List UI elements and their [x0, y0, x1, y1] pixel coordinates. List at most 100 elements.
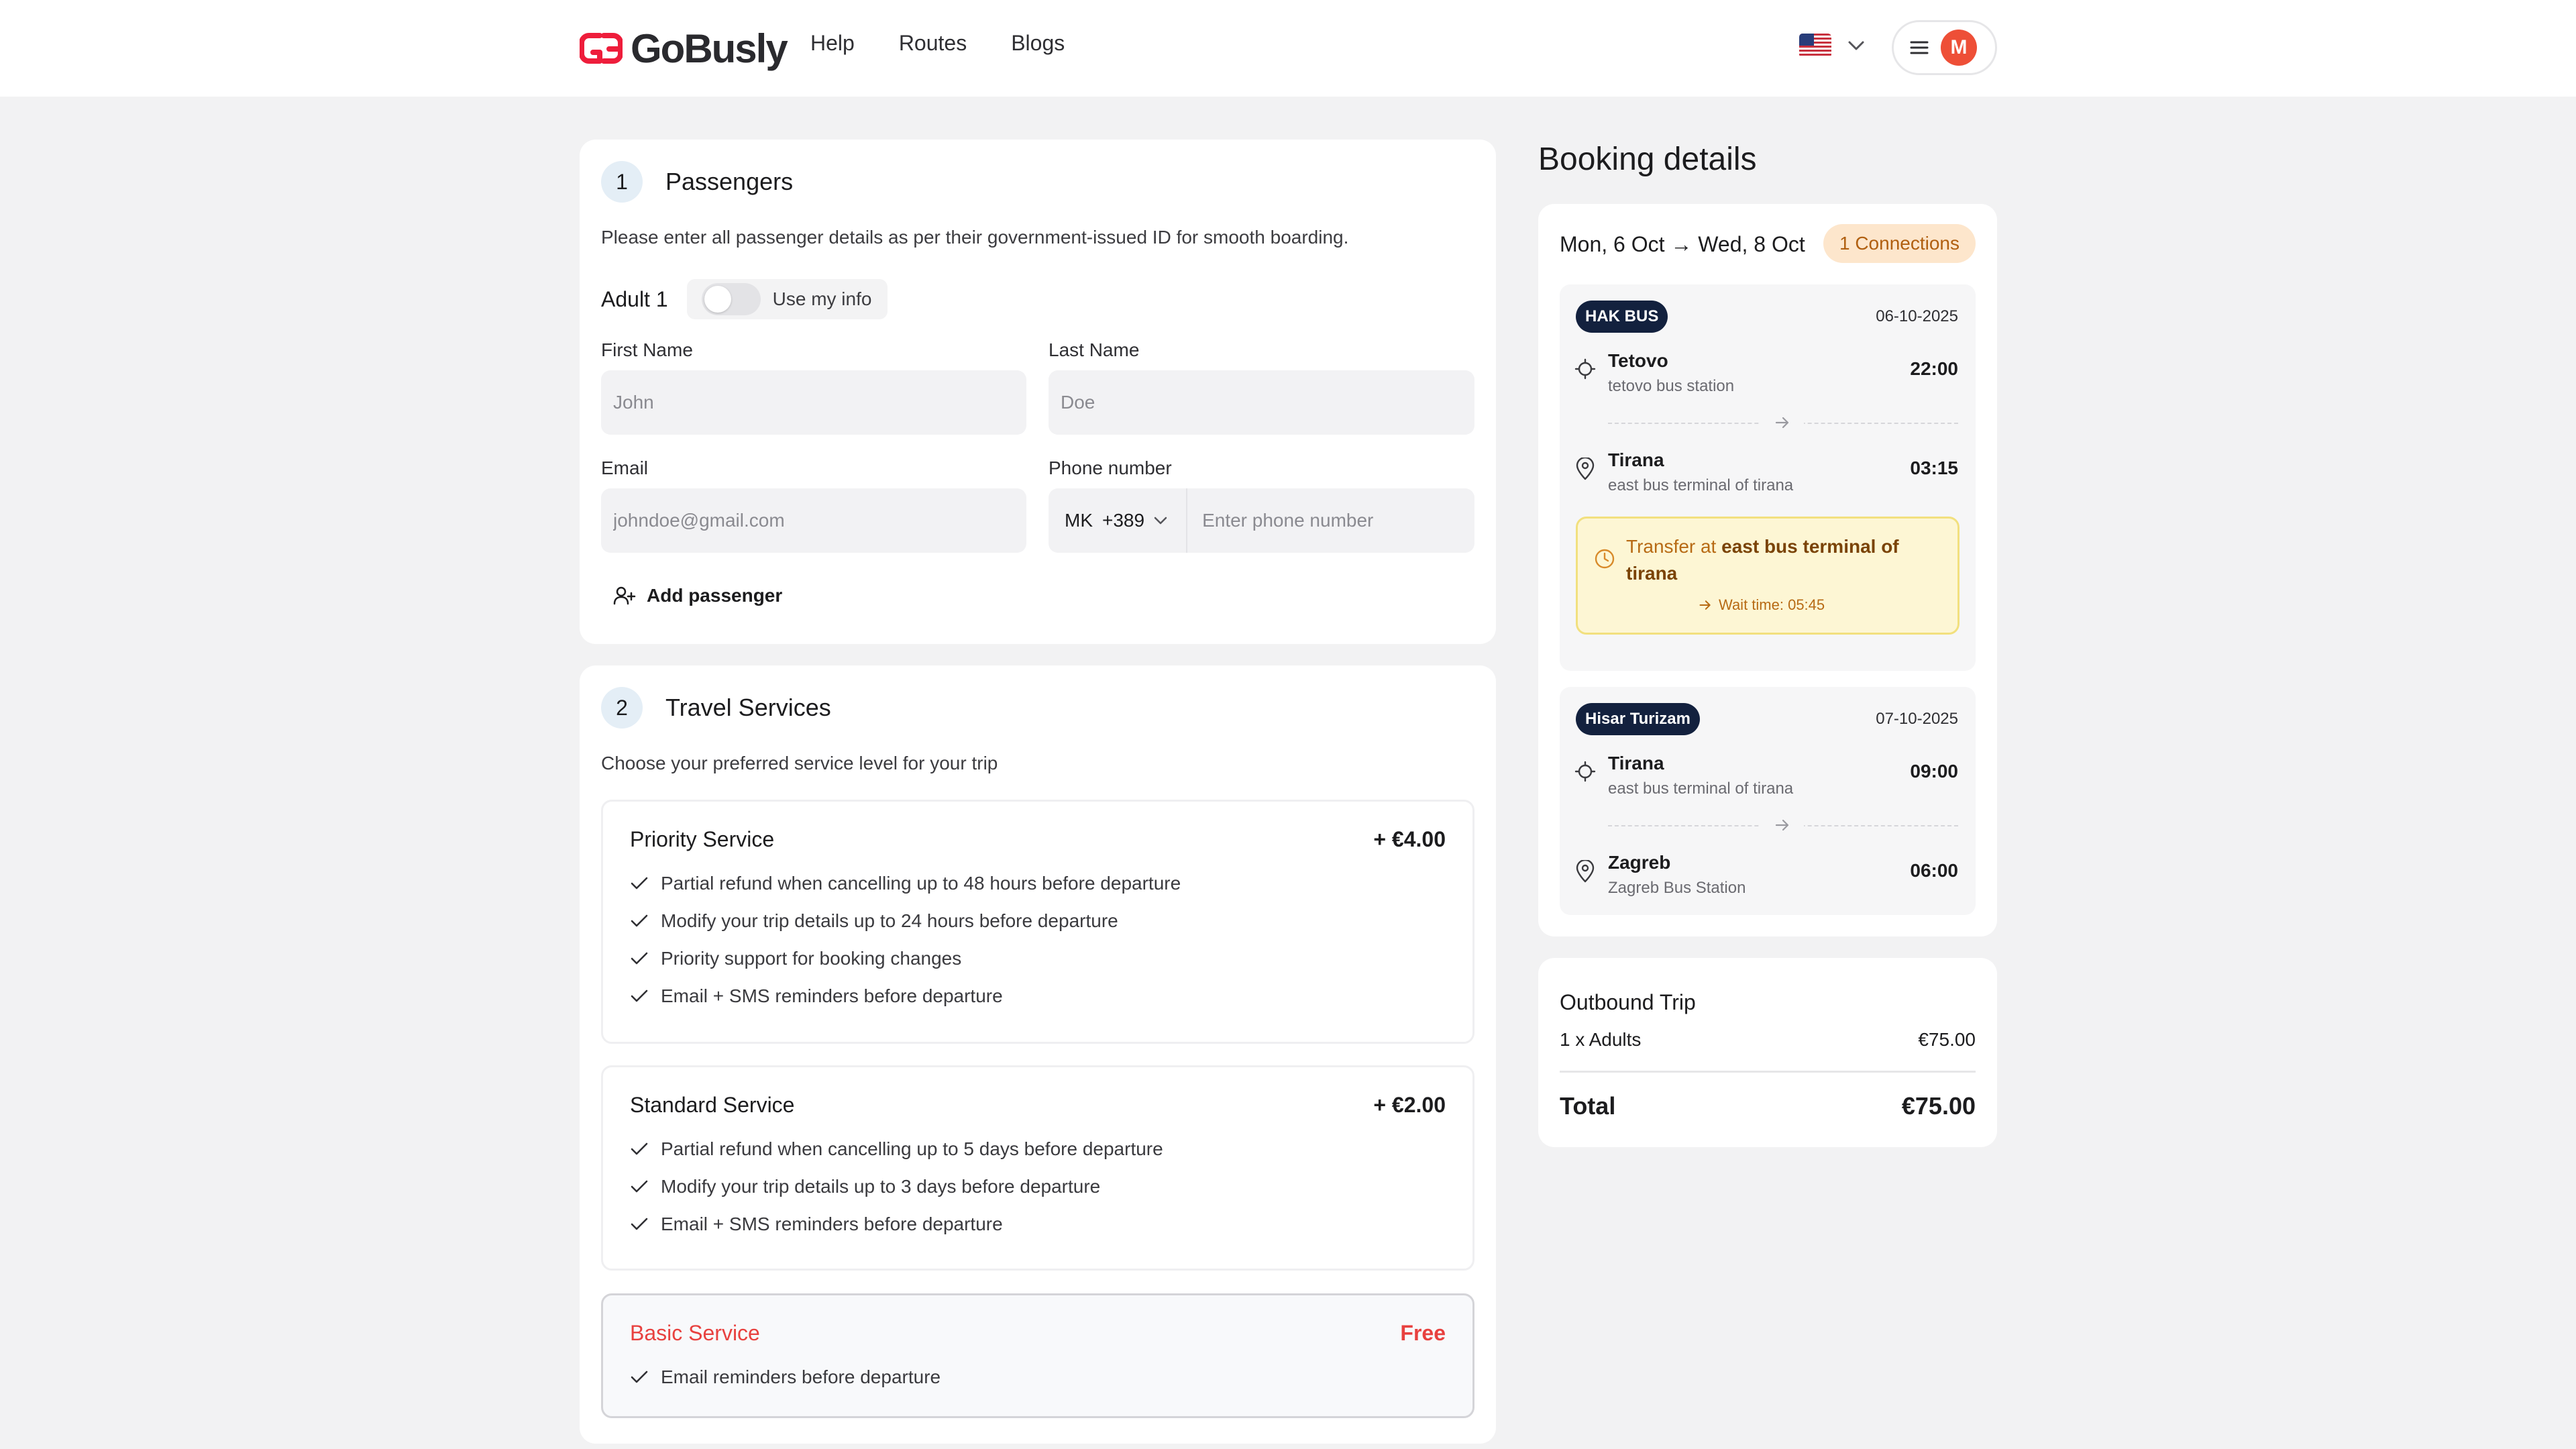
service-price: + €4.00: [1373, 827, 1446, 851]
nav-blogs[interactable]: Blogs: [1011, 31, 1065, 56]
check-icon: [631, 1142, 648, 1155]
services-description: Choose your preferred service level for …: [601, 753, 998, 773]
top-header: GoBusly Help Routes Blogs M: [0, 0, 2576, 97]
service-feature: Email + SMS reminders before departure: [630, 985, 1003, 1007]
service-feature: Email + SMS reminders before departure: [630, 1214, 1003, 1235]
section-title: Travel Services: [665, 694, 831, 721]
arrival-city: Zagreb: [1608, 852, 1671, 873]
gobusly-logo-icon: [580, 33, 623, 64]
leg-date: 07-10-2025: [1876, 710, 1958, 728]
email-input[interactable]: [612, 509, 1026, 532]
country-code-selector[interactable]: MK +389: [1065, 488, 1188, 553]
nav-routes[interactable]: Routes: [899, 31, 967, 56]
service-option-standard[interactable]: Standard Service + €2.00 Partial refund …: [601, 1065, 1474, 1271]
adult-label: Adult 1: [601, 286, 668, 311]
trip-leg: HAK BUS 06-10-2025 Tetovo tetovo bus sta…: [1560, 284, 1976, 671]
service-option-basic[interactable]: Basic Service Free Email reminders befor…: [601, 1293, 1474, 1418]
arrow-right-icon: [1761, 817, 1804, 833]
service-name: Basic Service: [630, 1321, 760, 1345]
feature-text: Modify your trip details up to 24 hours …: [661, 910, 1118, 931]
service-feature: Modify your trip details up to 3 days be…: [630, 1176, 1100, 1197]
service-feature: Priority support for booking changes: [630, 948, 961, 969]
arrival-time: 06:00: [1910, 860, 1958, 881]
check-icon: [631, 952, 648, 965]
price-summary-card: Outbound Trip 1 x Adults €75.00 Total €7…: [1538, 958, 1997, 1147]
add-passenger-button[interactable]: Add passenger: [613, 585, 782, 606]
check-icon: [631, 1371, 648, 1383]
map-pin-icon: [1576, 458, 1595, 480]
check-icon: [631, 877, 648, 890]
total-value: €75.00: [1901, 1092, 1976, 1120]
feature-text: Email + SMS reminders before departure: [661, 1214, 1003, 1234]
email-label: Email: [601, 458, 649, 478]
step-number: 1: [601, 161, 643, 203]
first-name-field[interactable]: [601, 370, 1026, 435]
departure-station: east bus terminal of tirana: [1608, 780, 1794, 798]
service-option-priority[interactable]: Priority Service + €4.00 Partial refund …: [601, 800, 1474, 1044]
total-label: Total: [1560, 1092, 1616, 1120]
transfer-prefix: Transfer at: [1626, 536, 1722, 557]
service-feature: Partial refund when cancelling up to 48 …: [630, 873, 1181, 894]
travel-services-card: 2 Travel Services Choose your preferred …: [580, 665, 1496, 1444]
last-name-label: Last Name: [1049, 339, 1140, 360]
booking-details-title: Booking details: [1538, 142, 1757, 177]
passengers-description: Please enter all passenger details as pe…: [601, 227, 1349, 248]
use-my-info-toggle[interactable]: Use my info: [686, 279, 888, 319]
departure-time: 22:00: [1910, 358, 1958, 379]
arrival-station: east bus terminal of tirana: [1608, 476, 1794, 494]
brand-logo[interactable]: GoBusly: [580, 26, 788, 71]
email-field[interactable]: [601, 488, 1026, 553]
check-icon: [631, 1180, 648, 1193]
transfer-notice: Transfer at east bus terminal of tirana …: [1576, 517, 1960, 635]
feature-text: Email + SMS reminders before departure: [661, 985, 1003, 1006]
connections-badge: 1 Connections: [1823, 224, 1976, 263]
feature-text: Email reminders before departure: [661, 1366, 941, 1387]
last-name-field[interactable]: [1049, 370, 1474, 435]
departure-city: Tetovo: [1608, 350, 1668, 371]
booking-details-card: Mon, 6 Oct → Wed, 8 Oct 1 Connections HA…: [1538, 204, 1997, 936]
summary-title: Outbound Trip: [1560, 990, 1696, 1014]
arrival-time: 03:15: [1910, 458, 1958, 478]
first-name-label: First Name: [601, 339, 693, 360]
nav-help[interactable]: Help: [810, 31, 855, 56]
avatar: M: [1941, 30, 1977, 66]
service-feature: Partial refund when cancelling up to 5 d…: [630, 1138, 1163, 1160]
departure-station: tetovo bus station: [1608, 377, 1735, 395]
summary-line-value: €75.00: [1918, 1029, 1976, 1050]
arrival-city: Tirana: [1608, 449, 1664, 470]
leg-date: 06-10-2025: [1876, 307, 1958, 325]
summary-line-label: 1 x Adults: [1560, 1029, 1642, 1050]
arrival-station: Zagreb Bus Station: [1608, 879, 1746, 897]
departure-target-icon: [1574, 358, 1596, 380]
language-selector[interactable]: [1799, 34, 1865, 58]
phone-country: MK: [1065, 510, 1093, 531]
add-user-icon: [613, 586, 636, 605]
passengers-card: 1 Passengers Please enter all passenger …: [580, 140, 1496, 644]
arrow-right-icon: [1761, 415, 1804, 431]
service-feature: Modify your trip details up to 24 hours …: [630, 910, 1118, 932]
main-nav: Help Routes Blogs: [810, 31, 1065, 56]
add-passenger-label: Add passenger: [647, 585, 783, 606]
first-name-input[interactable]: [612, 391, 1026, 414]
passengers-header: 1 Passengers: [601, 161, 793, 203]
use-my-info-label: Use my info: [772, 288, 872, 309]
departure-target-icon: [1574, 761, 1596, 782]
phone-label: Phone number: [1049, 458, 1172, 478]
service-name: Standard Service: [630, 1093, 795, 1117]
feature-text: Partial refund when cancelling up to 5 d…: [661, 1138, 1163, 1159]
map-pin-icon: [1576, 860, 1595, 883]
summary-divider: [1560, 1071, 1976, 1073]
feature-text: Priority support for booking changes: [661, 948, 962, 969]
operator-badge: Hisar Turizam: [1576, 703, 1700, 735]
wait-time-text: Wait time: 05:45: [1719, 596, 1825, 613]
chevron-down-icon: [1154, 517, 1167, 525]
feature-text: Modify your trip details up to 3 days be…: [661, 1176, 1101, 1197]
service-feature: Email reminders before departure: [630, 1366, 941, 1388]
phone-number-input[interactable]: [1187, 509, 1474, 532]
transfer-text: Transfer at east bus terminal of tirana: [1626, 533, 1921, 587]
operator-badge: HAK BUS: [1576, 301, 1668, 333]
service-name: Priority Service: [630, 827, 775, 851]
toggle-switch[interactable]: [701, 283, 761, 315]
last-name-input[interactable]: [1059, 391, 1474, 414]
user-menu-button[interactable]: M: [1892, 20, 1997, 75]
